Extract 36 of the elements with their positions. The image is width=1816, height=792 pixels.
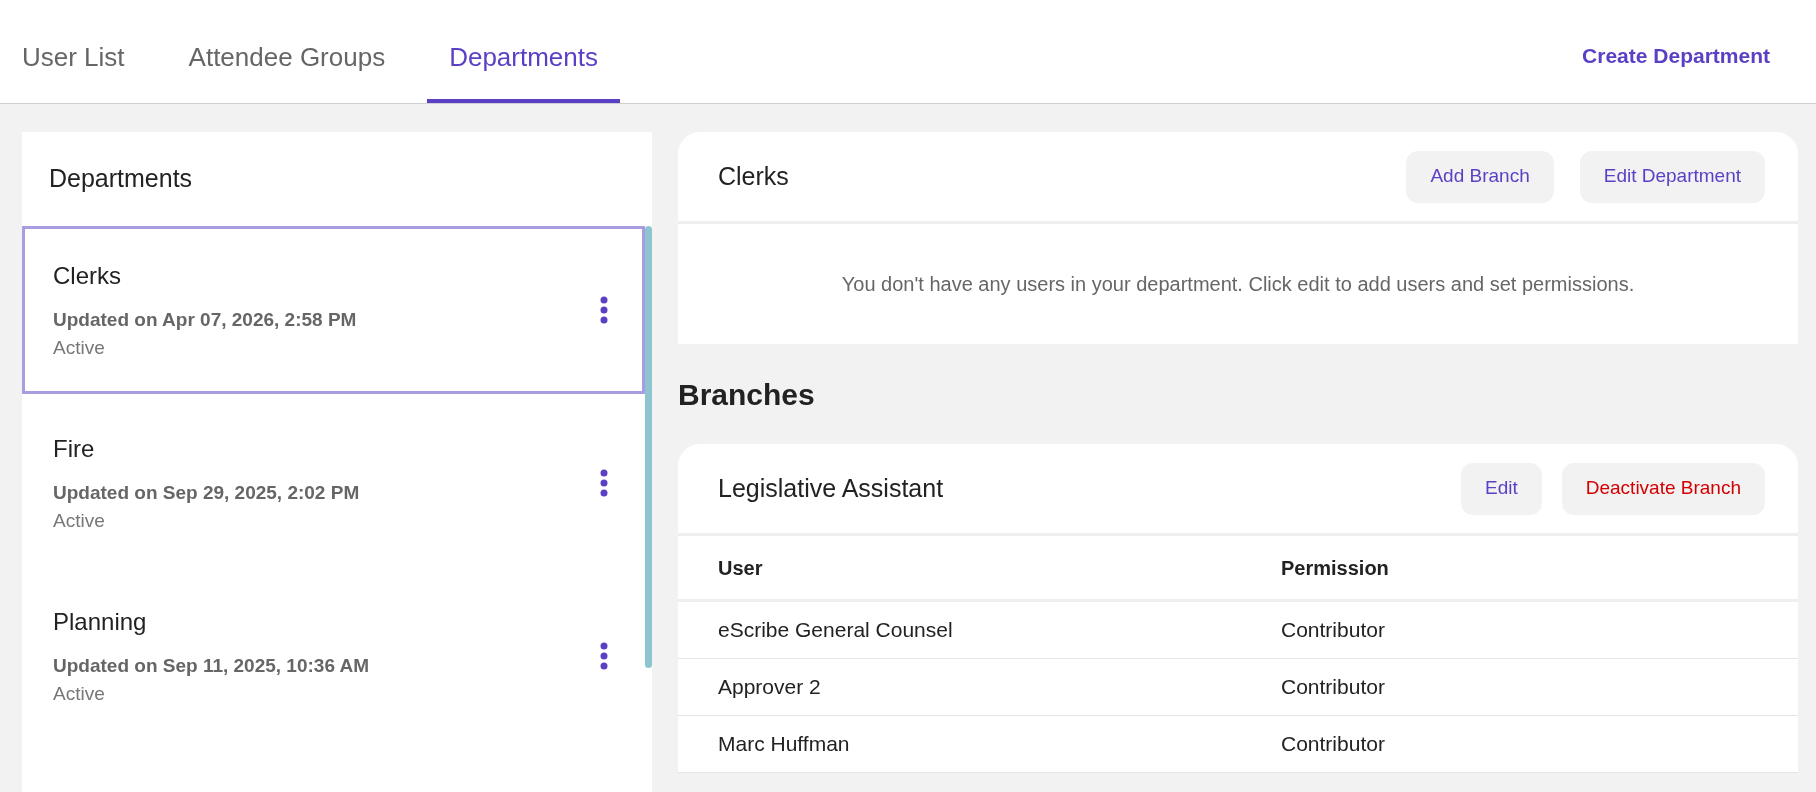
tab[interactable]: Departments	[427, 0, 620, 103]
more-options-icon[interactable]	[600, 296, 608, 324]
action-button[interactable]: Edit Department	[1579, 150, 1765, 203]
department-title: Clerks	[718, 160, 789, 192]
column-header: User	[718, 555, 764, 581]
panel-title: Departments	[48, 163, 194, 195]
table-cell-text: Approver 2	[718, 674, 822, 701]
more-options-icon[interactable]	[600, 469, 608, 497]
deactivate-button[interactable]: Deactivate Branch	[1561, 462, 1765, 515]
empty-message: You don't have any users in your department. Click edit to add users and set permissions.	[840, 272, 1636, 297]
department-name: Clerks	[53, 260, 122, 291]
table-cell-text: Marc Huffman	[718, 731, 851, 758]
tab[interactable]: User List	[0, 0, 147, 103]
table-cell-text: eScribe General Counsel	[718, 617, 954, 644]
more-options-icon[interactable]	[600, 642, 608, 670]
updated-date: Updated on Sep 11, 2025, 10:36 AM	[53, 653, 370, 678]
action-button[interactable]: Add Branch	[1406, 150, 1554, 203]
department-name: Planning	[53, 606, 148, 637]
table-cell-text: Contributor	[1281, 731, 1386, 758]
section-heading: Branches	[678, 376, 816, 413]
department-name: Fire	[53, 433, 96, 464]
updated-date: Updated on Sep 29, 2025, 2:02 PM	[53, 480, 360, 505]
table-cell-text: Contributor	[1281, 674, 1386, 701]
department-item[interactable]: Fire Updated on Sep 29, 2025, 2:02 PM Active	[22, 399, 645, 567]
table-cell-text: Contributor	[1281, 617, 1386, 644]
column-header: Permission	[1281, 555, 1390, 581]
status-text: Active	[53, 682, 106, 706]
status-text: Active	[53, 336, 106, 360]
tab[interactable]: Attendee Groups	[166, 0, 408, 103]
updated-date: Updated on Apr 07, 2026, 2:58 PM	[53, 307, 357, 332]
department-item[interactable]: Planning Updated on Sep 11, 2025, 10:36 AM Active	[22, 572, 645, 740]
status-text: Active	[53, 509, 106, 533]
department-item[interactable]: Clerks Updated on Apr 07, 2026, 2:58 PM Active	[22, 226, 645, 394]
branch-title: Legislative Assistant	[718, 472, 944, 504]
action-button[interactable]: Edit	[1461, 462, 1542, 515]
create-department-link[interactable]: Create Department	[1582, 0, 1770, 103]
